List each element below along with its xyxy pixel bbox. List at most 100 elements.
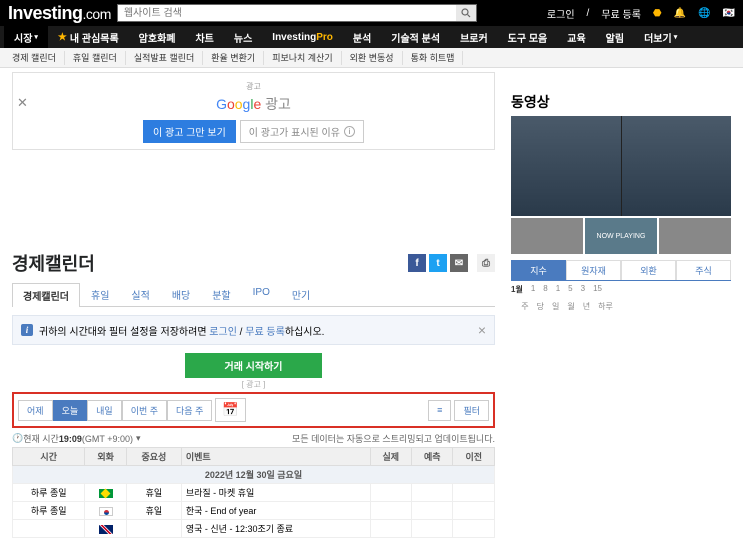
th-currency: 외화 — [85, 448, 126, 466]
tab-expiry[interactable]: 만기 — [281, 282, 321, 306]
ad-google-text: Google 광고 — [13, 94, 494, 114]
flag-korea-icon — [99, 507, 113, 516]
nav-main: 시장▾ ★내 관심목록 암호화폐 차트 뉴스 InvestingPro 분석 기… — [0, 26, 743, 48]
filter-list-icon[interactable]: ≡ — [428, 400, 451, 421]
notice-signup[interactable]: 무료 등록 — [245, 327, 285, 338]
ad-close-icon[interactable]: ✕ — [17, 95, 28, 111]
calendar-table: 시간 외화 중요성 이벤트 실제 예측 이전 2022년 12월 30일 금요일… — [12, 447, 495, 538]
nav-watchlist[interactable]: ★내 관심목록 — [48, 26, 129, 48]
ad-why-button[interactable]: 이 광고가 표시된 이유i — [240, 120, 364, 143]
nav-broker[interactable]: 브로커 — [450, 26, 498, 48]
nav-analysis[interactable]: 분석 — [343, 26, 381, 48]
flag-brazil-icon — [99, 489, 113, 498]
sub-heatmap[interactable]: 통화 히트맵 — [403, 51, 464, 65]
date-filter-row: 어제 오늘 내일 이번 주 다음 주 📅 ≡ 필터 — [12, 392, 495, 428]
nav-crypto[interactable]: 암호화폐 — [129, 26, 186, 48]
nav-edu[interactable]: 교육 — [557, 26, 595, 48]
th-forecast: 예측 — [412, 448, 453, 466]
cta-ad-label: [ 광고 ] — [12, 379, 495, 390]
table-row[interactable]: 하루 종일 휴일 브라질 - 마켓 휴일 — [13, 484, 495, 502]
notice-login[interactable]: 로그인 — [209, 327, 237, 338]
shield-icon[interactable]: ⬣ — [653, 8, 662, 19]
video-thumb[interactable] — [659, 218, 731, 254]
side-tab-forex[interactable]: 외환 — [621, 260, 676, 280]
nav-pro[interactable]: InvestingPro — [262, 26, 343, 48]
flag-icon[interactable]: 🇰🇷 — [723, 8, 735, 19]
notice-text: 귀하의 시간대와 필터 설정을 저장하려면 로그인 / 무료 등록하십시오. — [39, 323, 324, 338]
clock-icon: 🕐 — [12, 433, 23, 444]
side-tab-stock[interactable]: 주식 — [676, 260, 731, 280]
side-tab-index[interactable]: 지수 — [511, 260, 566, 280]
mini-calendar-days: 주 당 일 월 년 하루 — [511, 298, 731, 315]
filter-today[interactable]: 오늘 — [53, 400, 88, 421]
share-twitter[interactable]: t — [429, 254, 447, 272]
sub-fx-vol[interactable]: 외환 변동성 — [342, 51, 403, 65]
bell-icon[interactable]: 🔔 — [674, 8, 686, 19]
info-icon: i — [21, 324, 33, 336]
tab-dividend[interactable]: 배당 — [161, 282, 201, 306]
filter-next-week[interactable]: 다음 주 — [167, 400, 212, 421]
sub-fib[interactable]: 피보나치 계산기 — [264, 51, 341, 65]
nav-tools[interactable]: 도구 모음 — [498, 26, 558, 48]
nav-charts[interactable]: 차트 — [185, 26, 223, 48]
flag-uk-icon — [99, 525, 113, 534]
notice-close-icon[interactable]: × — [478, 322, 486, 338]
th-actual: 실제 — [370, 448, 411, 466]
th-previous: 이전 — [453, 448, 495, 466]
ad-stop-button[interactable]: 이 광고 그만 보기 — [143, 120, 236, 143]
sub-fx-conv[interactable]: 환율 변환기 — [203, 51, 264, 65]
info-icon: i — [344, 126, 355, 137]
nav-more[interactable]: 더보기▾ — [634, 26, 687, 48]
share-mail[interactable]: ✉ — [450, 254, 468, 272]
mini-calendar: 1월 1 8 1 5 3 15 — [511, 281, 731, 298]
ad-label: 광고 — [13, 81, 494, 92]
sub-econ-cal[interactable]: 경제 캘린더 — [4, 51, 65, 65]
tz-dropdown-icon[interactable]: ▾ — [136, 433, 141, 444]
search-button[interactable] — [456, 5, 476, 21]
nav-sub: 경제 캘린더 휴일 캘린더 실적발표 캘린더 환율 변환기 피보나치 계산기 외… — [0, 48, 743, 68]
logo[interactable]: Investing.com — [8, 3, 111, 24]
meta-right-text: 모든 데이터는 자동으로 스트리밍되고 업데이트됩니다. — [292, 432, 495, 445]
start-trading-button[interactable]: 거래 시작하기 — [185, 353, 323, 378]
nav-news[interactable]: 뉴스 — [224, 26, 262, 48]
tab-split[interactable]: 분할 — [201, 282, 241, 306]
side-video-title: 동영상 — [511, 92, 731, 112]
video-player[interactable] — [511, 116, 731, 216]
th-importance: 중요성 — [126, 448, 181, 466]
tab-holiday[interactable]: 휴일 — [80, 282, 120, 306]
sep: / — [587, 8, 590, 19]
calendar-icon[interactable]: 📅 — [215, 398, 246, 422]
video-thumb-playing[interactable]: NOW PLAYING — [585, 218, 657, 254]
notice-bar: i 귀하의 시간대와 필터 설정을 저장하려면 로그인 / 무료 등록하십시오.… — [12, 315, 495, 345]
ad-block: ✕ 광고 Google 광고 이 광고 그만 보기 이 광고가 표시된 이유i — [12, 72, 495, 150]
signup-link[interactable]: 무료 등록 — [601, 6, 641, 21]
page-title: 경제캘린더 — [12, 250, 95, 276]
meta-row: 🕐 현재 시간 19:09 (GMT +9:00) ▾ 모든 데이터는 자동으로… — [12, 430, 495, 447]
search-input[interactable] — [118, 5, 456, 21]
th-event: 이벤트 — [181, 448, 370, 466]
nav-technical[interactable]: 기술적 분석 — [381, 26, 450, 48]
sub-holiday[interactable]: 휴일 캘린더 — [65, 51, 126, 65]
globe-icon[interactable]: 🌐 — [698, 8, 710, 19]
search-box — [117, 4, 477, 22]
sub-earnings[interactable]: 실적발표 캘린더 — [126, 51, 203, 65]
th-time: 시간 — [13, 448, 85, 466]
tabs: 경제캘린더 휴일 실적 배당 분할 IPO 만기 — [12, 282, 495, 307]
tab-ipo[interactable]: IPO — [242, 282, 281, 306]
nav-alerts[interactable]: 알림 — [596, 26, 634, 48]
filter-yesterday[interactable]: 어제 — [18, 400, 53, 421]
share-facebook[interactable]: f — [408, 254, 426, 272]
print-icon[interactable]: ⎙ — [477, 254, 495, 272]
table-row[interactable]: 하루 종일 휴일 한국 - End of year — [13, 502, 495, 520]
filter-this-week[interactable]: 이번 주 — [122, 400, 167, 421]
filter-button[interactable]: 필터 — [454, 400, 489, 421]
date-row: 2022년 12월 30일 금요일 — [13, 466, 495, 484]
video-thumb[interactable] — [511, 218, 583, 254]
filter-tomorrow[interactable]: 내일 — [87, 400, 122, 421]
tab-earnings[interactable]: 실적 — [120, 282, 160, 306]
tab-calendar[interactable]: 경제캘린더 — [12, 283, 80, 307]
table-row[interactable]: 영국 - 신년 - 12:30조기 종료 — [13, 520, 495, 538]
login-link[interactable]: 로그인 — [547, 6, 575, 21]
nav-market[interactable]: 시장▾ — [4, 26, 48, 48]
side-tab-commodity[interactable]: 원자재 — [566, 260, 621, 280]
